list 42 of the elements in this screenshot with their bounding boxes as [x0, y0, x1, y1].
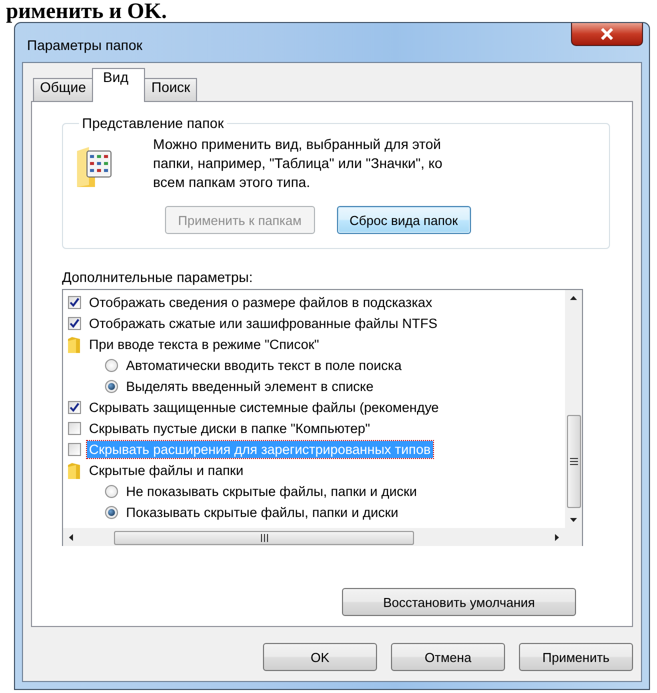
checkbox[interactable] — [68, 422, 81, 435]
radio-button[interactable] — [105, 506, 118, 519]
description-text: Можно применить вид, выбранный для этой папки, например, "Таблица" или "Значки", ко всем папкам этого типа. — [153, 135, 444, 192]
folder-icon — [67, 462, 81, 480]
scrollbar-thumb[interactable] — [114, 530, 414, 544]
radio-button[interactable] — [105, 485, 118, 498]
apply-button[interactable]: Применить — [519, 643, 633, 671]
checkbox[interactable] — [68, 401, 81, 414]
restore-defaults-button[interactable]: Восстановить умолчания — [342, 588, 576, 616]
reset-folders-button[interactable]: Сброс вида папок — [336, 206, 471, 234]
checkbox[interactable] — [68, 296, 81, 309]
option-label[interactable]: При вводе текста в режиме "Список" — [87, 336, 322, 353]
option-label[interactable]: Выделять введенный элемент в списке — [124, 378, 376, 395]
option-label[interactable]: Скрытые файлы и папки — [87, 462, 246, 479]
checkmark-icon — [69, 318, 80, 329]
list-label: Дополнительные параметры: — [62, 269, 254, 285]
cancel-button[interactable]: Отмена — [391, 643, 505, 671]
folder-view-icon — [75, 145, 113, 189]
option-label[interactable]: Скрывать защищенные системные файлы (рекомендуе — [87, 399, 441, 416]
checkbox[interactable] — [68, 317, 81, 330]
option-label[interactable]: Скрывать пустые диски в папке "Компьютер" — [87, 420, 372, 437]
tab[interactable]: Поиск — [144, 78, 198, 101]
option-label[interactable]: Показывать скрытые файлы, папки и диски — [124, 504, 400, 521]
option-label[interactable]: Отображать сжатые или зашифрованные файлы NTFS — [87, 315, 440, 332]
tab[interactable]: Вид — [92, 68, 146, 102]
option-label[interactable]: Не показывать скрытые файлы, папки и диски — [124, 483, 419, 500]
checkmark-icon — [69, 402, 80, 413]
checkmark-icon — [69, 297, 80, 308]
folder-icon — [67, 336, 81, 354]
ok-button[interactable]: OK — [263, 643, 377, 671]
close-button[interactable] — [571, 23, 643, 46]
radio-button[interactable] — [105, 380, 118, 393]
option-label[interactable]: Отображать сведения о размере файлов в подсказках — [87, 294, 434, 311]
option-label[interactable]: Автоматически вводить текст в поле поиска — [124, 357, 404, 374]
window-title: Параметры папок — [27, 37, 142, 53]
tab[interactable]: Общие — [33, 78, 94, 101]
radio-button[interactable] — [105, 359, 118, 372]
scrollbar-thumb[interactable] — [566, 415, 580, 508]
document-text: рименить и OK. — [5, 0, 168, 22]
group-title: Представление папок — [81, 115, 225, 131]
checkbox[interactable] — [68, 443, 81, 456]
close-icon — [600, 28, 614, 40]
